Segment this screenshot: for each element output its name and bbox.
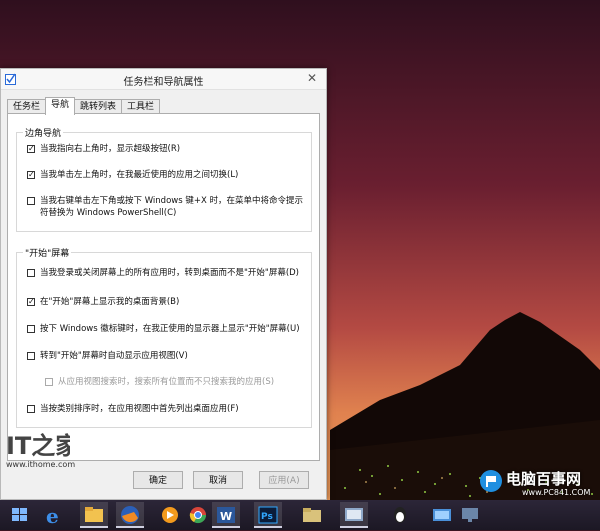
option-desktop-apps-first[interactable]: 当按类别排序时，在应用视图中首先列出桌面应用(F) — [27, 403, 305, 415]
tab-jump-lists[interactable]: 跳转列表 — [74, 99, 123, 114]
ithome-watermark: IT之家 www.ithome.com — [6, 430, 96, 470]
ithome-url: www.ithome.com — [6, 460, 76, 469]
corner-nav-group: 边角导航 ✓ 当我指向右上角时，显示超级按钮(R) ✓ 当我单击左上角时，在我最… — [16, 126, 312, 232]
pc841-url: www.PC841.COM — [522, 488, 591, 497]
photoshop-icon[interactable]: Ps — [254, 502, 282, 528]
svg-text:IT之家: IT之家 — [6, 432, 70, 460]
tab-navigation[interactable]: 导航 — [45, 97, 76, 115]
navigation-panel: 边角导航 ✓ 当我指向右上角时，显示超级按钮(R) ✓ 当我单击左上角时，在我最… — [7, 113, 320, 461]
checkbox[interactable]: ✓ — [27, 298, 35, 306]
option-search-everywhere: 从应用视图搜索时，搜索所有位置而不只搜索我的应用(S) — [45, 376, 305, 388]
windows-explorer-icon[interactable] — [6, 502, 34, 528]
folder-icon[interactable] — [298, 502, 326, 528]
control-panel-icon[interactable] — [340, 502, 368, 528]
group-label: 边角导航 — [23, 126, 64, 139]
option-apps-view[interactable]: 转到"开始"屏幕时自动显示应用视图(V) — [27, 350, 305, 362]
checkbox — [45, 378, 53, 386]
word-icon[interactable]: W — [212, 502, 240, 528]
option-switch-apps[interactable]: ✓ 当我单击左上角时，在我最近使用的应用之间切换(L) — [27, 169, 305, 181]
internet-explorer-icon[interactable]: e — [40, 502, 68, 528]
title-bar[interactable]: 任务栏和导航属性 ✕ — [1, 69, 326, 90]
pc841-name: 电脑百事网 — [506, 470, 582, 488]
media-player-icon[interactable] — [156, 502, 184, 528]
network-icon[interactable] — [428, 502, 456, 528]
pc841-watermark: 电脑百事网 www.PC841.COM — [478, 468, 600, 508]
tab-taskbar[interactable]: 任务栏 — [7, 99, 47, 114]
option-go-to-desktop[interactable]: 当我登录或关闭屏幕上的所有应用时，转到桌面而不是"开始"屏幕(D) — [27, 267, 305, 279]
option-desktop-background[interactable]: ✓ 在"开始"屏幕上显示我的桌面背景(B) — [27, 296, 305, 308]
svg-text:W: W — [220, 510, 232, 523]
checkbox[interactable] — [27, 405, 35, 413]
group-label: "开始"屏幕 — [23, 246, 72, 259]
checkbox[interactable] — [27, 269, 35, 277]
tab-strip: 任务栏 导航 跳转列表 工具栏 — [7, 97, 161, 115]
window-title: 任务栏和导航属性 — [123, 77, 204, 88]
tab-toolbars[interactable]: 工具栏 — [121, 99, 161, 114]
svg-text:e: e — [46, 504, 59, 528]
start-screen-group: "开始"屏幕 当我登录或关闭屏幕上的所有应用时，转到桌面而不是"开始"屏幕(D)… — [16, 246, 312, 428]
checkbox[interactable]: ✓ — [27, 171, 35, 179]
checkbox[interactable] — [27, 325, 35, 333]
checkbox[interactable]: ✓ — [27, 145, 35, 153]
cancel-button[interactable]: 取消 — [193, 471, 243, 489]
close-icon[interactable]: ✕ — [298, 69, 326, 87]
file-explorer-icon[interactable] — [80, 502, 108, 528]
option-start-on-display[interactable]: 按下 Windows 徽标键时，在我正使用的显示器上显示"开始"屏幕(U) — [27, 323, 305, 335]
option-powershell[interactable]: 当我右键单击左下角或按下 Windows 键+X 时，在菜单中将命令提示符替换为… — [27, 195, 305, 219]
apply-button[interactable]: 应用(A) — [259, 471, 309, 489]
checkbox[interactable] — [27, 352, 35, 360]
pc841-logo-icon — [480, 470, 502, 492]
svg-text:Ps: Ps — [261, 512, 273, 522]
chrome-icon[interactable] — [184, 502, 212, 528]
ok-button[interactable]: 确定 — [133, 471, 183, 489]
ithome-logo: IT之家 — [6, 432, 79, 460]
checkbox[interactable] — [27, 197, 35, 205]
option-charms[interactable]: ✓ 当我指向右上角时，显示超级按钮(R) — [27, 143, 305, 155]
firefox-icon[interactable] — [116, 502, 144, 528]
qq-icon[interactable] — [386, 502, 414, 528]
